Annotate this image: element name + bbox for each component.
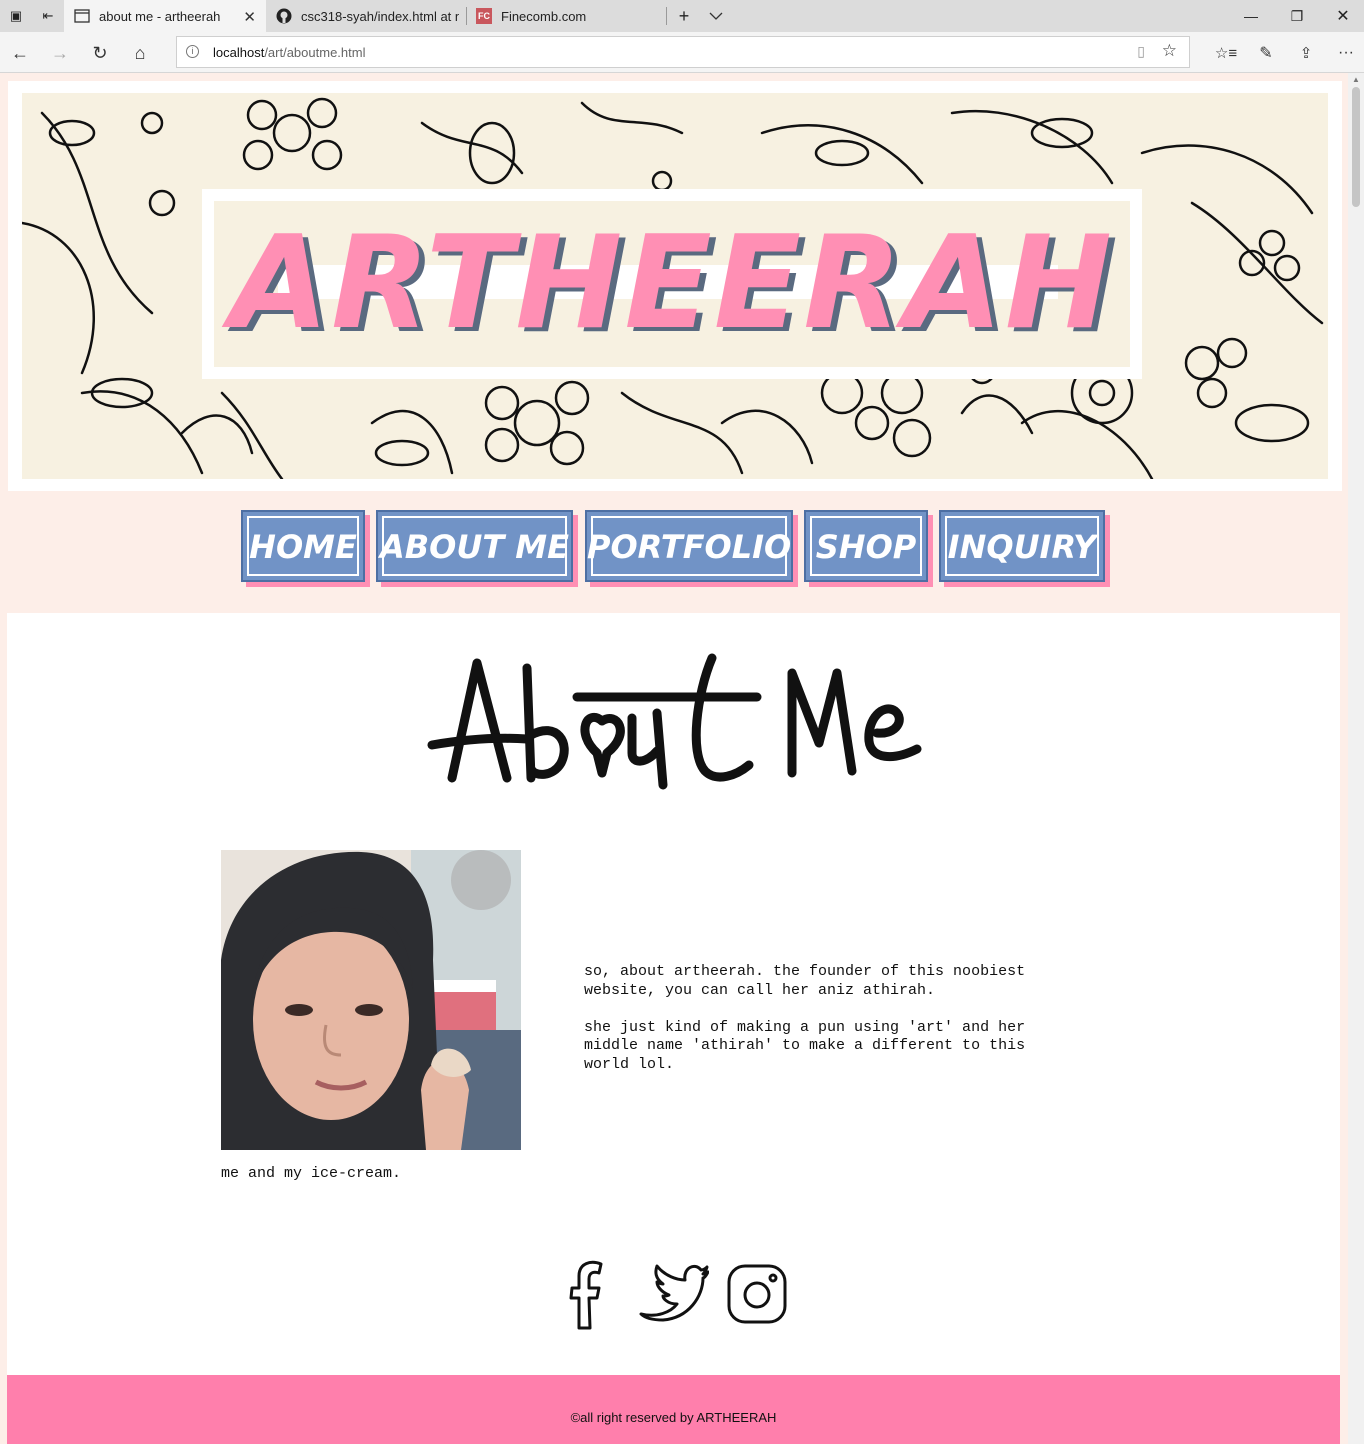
site-info-icon[interactable]: i bbox=[186, 45, 199, 58]
github-icon bbox=[276, 8, 292, 24]
tab-title: Finecomb.com bbox=[501, 8, 587, 24]
address-bar[interactable]: i localhost/art/aboutme.html ▯ ☆ bbox=[176, 36, 1190, 68]
tab-preview-chevron-icon[interactable] bbox=[706, 6, 726, 26]
floral-doodle-banner: ARTHEERAH bbox=[22, 93, 1328, 479]
main-navigation: HOME ABOUT ME PORTFOLIO SHOP INQUIRY bbox=[0, 510, 1348, 590]
nav-label: HOME bbox=[249, 528, 357, 566]
nav-shop-button[interactable]: SHOP bbox=[804, 510, 928, 582]
url-path: /art/aboutme.html bbox=[264, 45, 366, 60]
favorite-star-icon[interactable]: ☆ bbox=[1162, 41, 1177, 61]
favorites-hub-icon[interactable]: ☆≡ bbox=[1213, 40, 1239, 66]
tab-finecomb[interactable]: FC Finecomb.com bbox=[466, 0, 666, 32]
page-icon bbox=[74, 8, 90, 24]
instagram-icon[interactable] bbox=[721, 1258, 793, 1330]
back-icon[interactable]: ← bbox=[7, 40, 33, 66]
site-footer: ©all right reserved by ARTHEERAH bbox=[7, 1375, 1340, 1444]
nav-label: ABOUT ME bbox=[379, 528, 569, 566]
page-scrollbar[interactable]: ▲ bbox=[1348, 73, 1364, 1444]
close-tab-icon[interactable]: ✕ bbox=[243, 8, 256, 26]
site-header: ARTHEERAH bbox=[8, 81, 1342, 491]
close-window-icon[interactable]: ✕ bbox=[1320, 0, 1364, 32]
browser-tab-bar: ▣ ⇤ about me - artheerah ✕ csc318-syah/i… bbox=[0, 0, 1364, 32]
reading-view-icon[interactable]: ▯ bbox=[1137, 43, 1145, 60]
scroll-thumb[interactable] bbox=[1352, 87, 1360, 207]
bio-paragraph: so, about artheerah. the founder of this… bbox=[584, 963, 1026, 999]
tab-divider bbox=[666, 7, 667, 25]
copyright-text: ©all right reserved by ARTHEERAH bbox=[570, 1410, 777, 1425]
forward-icon[interactable]: → bbox=[47, 40, 73, 66]
web-note-pen-icon[interactable]: ✎ bbox=[1253, 40, 1279, 66]
finecomb-icon: FC bbox=[476, 8, 492, 24]
about-me-heading bbox=[427, 653, 927, 793]
set-aside-tabs-icon[interactable]: ⇤ bbox=[38, 6, 58, 26]
url-host: localhost bbox=[213, 45, 265, 60]
tab-title: about me - artheerah bbox=[99, 8, 221, 24]
new-tab-icon[interactable]: + bbox=[674, 6, 694, 26]
bio-paragraph: she just kind of making a pun using 'art… bbox=[584, 1018, 1026, 1073]
logo-frame: ARTHEERAH bbox=[202, 189, 1142, 379]
scroll-up-icon[interactable]: ▲ bbox=[1352, 75, 1360, 84]
about-content: me and my ice-cream. so, about artheerah… bbox=[7, 613, 1340, 1375]
minimize-icon[interactable]: — bbox=[1228, 0, 1274, 32]
nav-inquiry-button[interactable]: INQUIRY bbox=[939, 510, 1105, 582]
profile-photo bbox=[221, 850, 521, 1150]
nav-label: INQUIRY bbox=[947, 528, 1097, 566]
more-menu-icon[interactable]: ··· bbox=[1333, 40, 1359, 66]
browser-address-bar-row: ← → ↻ ⌂ i localhost/art/aboutme.html ▯ ☆… bbox=[0, 32, 1364, 73]
twitter-icon[interactable] bbox=[637, 1258, 710, 1330]
site-logo[interactable]: ARTHEERAH bbox=[214, 219, 1130, 349]
nav-label: SHOP bbox=[815, 528, 917, 566]
nav-portfolio-button[interactable]: PORTFOLIO bbox=[585, 510, 793, 582]
photo-caption: me and my ice-cream. bbox=[221, 1165, 402, 1182]
nav-about-me-button[interactable]: ABOUT ME bbox=[376, 510, 573, 582]
page-viewport: ARTHEERAH HOME ABOUT ME PORTFOLIO SHOP I… bbox=[0, 73, 1364, 1444]
url-text: localhost/art/aboutme.html bbox=[213, 45, 365, 60]
tab-github[interactable]: csc318-syah/index.html at n bbox=[266, 0, 466, 32]
nav-label: PORTFOLIO bbox=[587, 528, 792, 566]
tab-actions-icon[interactable]: ▣ bbox=[6, 6, 26, 26]
tab-title: csc318-syah/index.html at n bbox=[301, 8, 459, 24]
home-icon[interactable]: ⌂ bbox=[127, 40, 153, 66]
refresh-icon[interactable]: ↻ bbox=[87, 40, 113, 66]
share-icon[interactable]: ⇪ bbox=[1293, 40, 1319, 66]
tab-about-me[interactable]: about me - artheerah ✕ bbox=[64, 0, 266, 32]
bio-text: so, about artheerah. the founder of this… bbox=[584, 963, 1064, 1093]
facebook-icon[interactable] bbox=[555, 1258, 627, 1330]
nav-home-button[interactable]: HOME bbox=[241, 510, 365, 582]
restore-icon[interactable]: ❐ bbox=[1274, 0, 1320, 32]
